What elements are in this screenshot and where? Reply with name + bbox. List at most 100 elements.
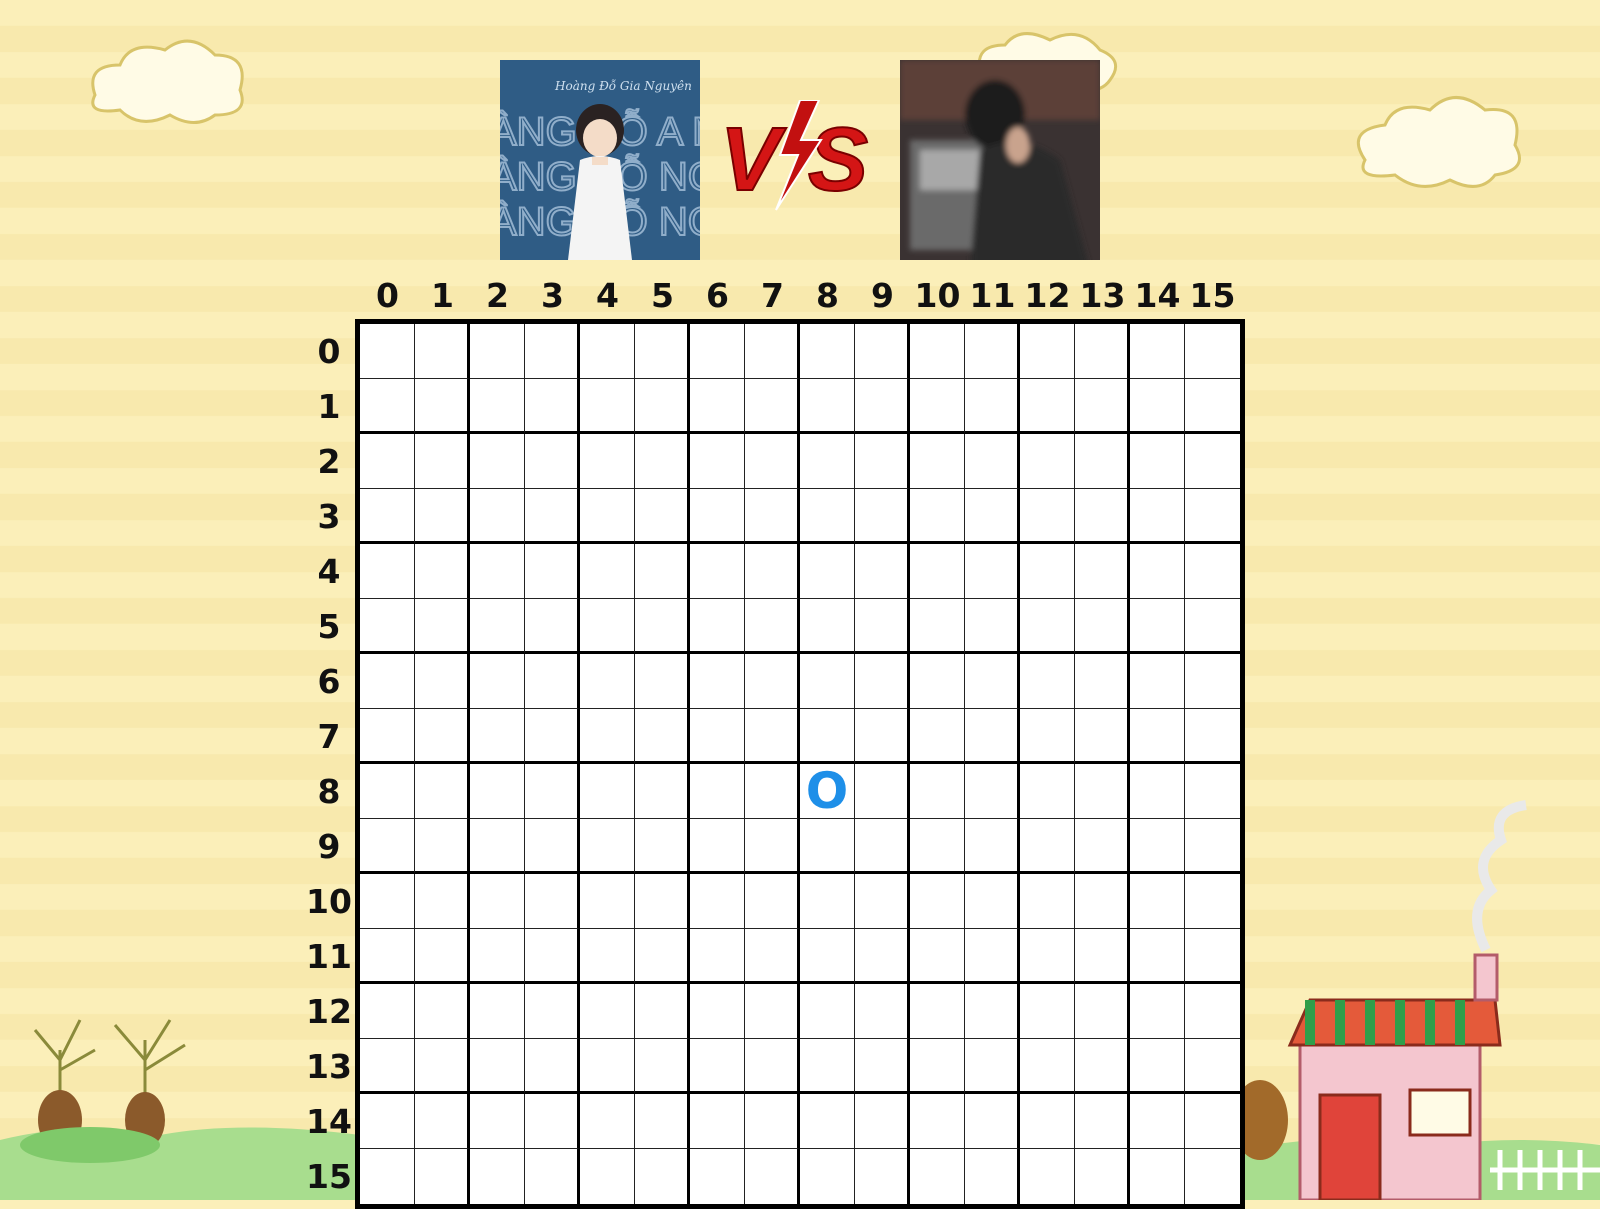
board-cell[interactable] — [635, 819, 690, 874]
board-cell[interactable] — [1130, 929, 1185, 984]
board-cell[interactable] — [415, 984, 470, 1039]
board-cell[interactable] — [910, 379, 965, 434]
board-cell[interactable] — [690, 434, 745, 489]
board-cell[interactable] — [690, 599, 745, 654]
board-cell[interactable] — [1185, 929, 1240, 984]
board-cell[interactable] — [690, 654, 745, 709]
board-cell[interactable] — [580, 324, 635, 379]
board-cell[interactable] — [470, 599, 525, 654]
board-cell[interactable] — [965, 599, 1020, 654]
board-cell[interactable] — [690, 379, 745, 434]
board-cell[interactable] — [965, 709, 1020, 764]
board-cell[interactable] — [745, 544, 800, 599]
board-cell[interactable] — [745, 929, 800, 984]
board-cell[interactable] — [965, 1094, 1020, 1149]
board-cell[interactable] — [470, 434, 525, 489]
board-cell[interactable] — [580, 819, 635, 874]
board-cell[interactable] — [855, 599, 910, 654]
board-cell[interactable] — [415, 764, 470, 819]
board-cell[interactable]: O — [800, 764, 855, 819]
board-cell[interactable] — [525, 819, 580, 874]
board-cell[interactable] — [800, 819, 855, 874]
board-cell[interactable] — [855, 434, 910, 489]
board-cell[interactable] — [1020, 764, 1075, 819]
board-cell[interactable] — [635, 1039, 690, 1094]
board-cell[interactable] — [1185, 1039, 1240, 1094]
board-cell[interactable] — [1075, 544, 1130, 599]
board-cell[interactable] — [965, 874, 1020, 929]
board-cell[interactable] — [360, 544, 415, 599]
board-cell[interactable] — [1020, 819, 1075, 874]
board-cell[interactable] — [470, 819, 525, 874]
board-cell[interactable] — [690, 929, 745, 984]
board-cell[interactable] — [415, 819, 470, 874]
board-cell[interactable] — [1075, 709, 1130, 764]
board-cell[interactable] — [525, 709, 580, 764]
board-cell[interactable] — [800, 324, 855, 379]
board-cell[interactable] — [580, 1039, 635, 1094]
board-cell[interactable] — [910, 764, 965, 819]
board-cell[interactable] — [525, 544, 580, 599]
board-cell[interactable] — [360, 984, 415, 1039]
board-cell[interactable] — [635, 434, 690, 489]
board-cell[interactable] — [1020, 874, 1075, 929]
board-cell[interactable] — [910, 599, 965, 654]
board-cell[interactable] — [965, 489, 1020, 544]
board-cell[interactable] — [470, 654, 525, 709]
board-cell[interactable] — [525, 489, 580, 544]
board-cell[interactable] — [1075, 929, 1130, 984]
board-cell[interactable] — [580, 929, 635, 984]
board-cell[interactable] — [1185, 544, 1240, 599]
board-cell[interactable] — [910, 1149, 965, 1204]
board-cell[interactable] — [1130, 599, 1185, 654]
board-cell[interactable] — [525, 764, 580, 819]
board-cell[interactable] — [525, 1094, 580, 1149]
board-cell[interactable] — [360, 1039, 415, 1094]
board-cell[interactable] — [470, 544, 525, 599]
board-cell[interactable] — [415, 324, 470, 379]
board-cell[interactable] — [1130, 434, 1185, 489]
board-cell[interactable] — [525, 324, 580, 379]
board-cell[interactable] — [525, 379, 580, 434]
board-cell[interactable] — [800, 434, 855, 489]
board-cell[interactable] — [745, 324, 800, 379]
board-cell[interactable] — [580, 489, 635, 544]
board-cell[interactable] — [1185, 654, 1240, 709]
board-cell[interactable] — [910, 874, 965, 929]
board-cell[interactable] — [470, 709, 525, 764]
board-cell[interactable] — [415, 599, 470, 654]
board-cell[interactable] — [1075, 379, 1130, 434]
board-cell[interactable] — [690, 819, 745, 874]
board-cell[interactable] — [635, 709, 690, 764]
board-cell[interactable] — [360, 324, 415, 379]
board-cell[interactable] — [525, 1149, 580, 1204]
board-cell[interactable] — [635, 379, 690, 434]
board-cell[interactable] — [415, 709, 470, 764]
board-cell[interactable] — [910, 434, 965, 489]
board-cell[interactable] — [525, 984, 580, 1039]
board-cell[interactable] — [1130, 819, 1185, 874]
board-cell[interactable] — [580, 1094, 635, 1149]
board-cell[interactable] — [1185, 599, 1240, 654]
board-cell[interactable] — [635, 599, 690, 654]
board-cell[interactable] — [360, 929, 415, 984]
board-cell[interactable] — [360, 709, 415, 764]
board-cell[interactable] — [800, 654, 855, 709]
board-cell[interactable] — [415, 489, 470, 544]
board-cell[interactable] — [1020, 434, 1075, 489]
board-cell[interactable] — [745, 984, 800, 1039]
board-cell[interactable] — [470, 489, 525, 544]
board-cell[interactable] — [470, 929, 525, 984]
board-cell[interactable] — [1075, 654, 1130, 709]
board-cell[interactable] — [360, 764, 415, 819]
board-cell[interactable] — [470, 324, 525, 379]
board-cell[interactable] — [525, 929, 580, 984]
board-cell[interactable] — [800, 929, 855, 984]
board-cell[interactable] — [1020, 379, 1075, 434]
board-cell[interactable] — [800, 544, 855, 599]
board-cell[interactable] — [580, 654, 635, 709]
board-cell[interactable] — [1130, 489, 1185, 544]
board-cell[interactable] — [1075, 984, 1130, 1039]
board-cell[interactable] — [1130, 1039, 1185, 1094]
board-cell[interactable] — [910, 544, 965, 599]
